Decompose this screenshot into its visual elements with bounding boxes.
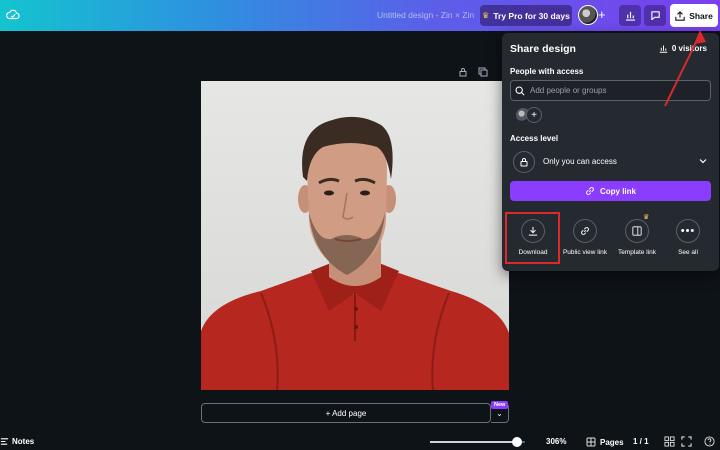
cloud-icon[interactable] xyxy=(6,8,20,22)
crown-icon: ♛ xyxy=(482,11,490,20)
access-level-label: Access level xyxy=(510,134,559,143)
pages-label: Pages xyxy=(600,437,624,447)
comments-button[interactable] xyxy=(644,5,666,26)
try-pro-button[interactable]: ♛ Try Pro for 30 days xyxy=(480,5,572,26)
visitors-button[interactable]: 0 visitors xyxy=(659,44,707,53)
plus-icon: + xyxy=(531,109,537,121)
add-collaborator-button[interactable]: + xyxy=(526,107,542,123)
link-icon xyxy=(586,187,594,195)
link-icon xyxy=(581,227,589,235)
chevron-down-icon: ⌄ xyxy=(496,408,503,418)
lock-icon-wrapper xyxy=(513,150,535,173)
pages-icon xyxy=(586,437,596,447)
bottom-bar: Notes 306% Pages 1 / 1 xyxy=(0,432,720,450)
plus-icon[interactable]: + xyxy=(598,8,606,22)
lock-icon[interactable] xyxy=(458,67,468,77)
download-label: Download xyxy=(518,249,548,256)
zoom-slider-handle[interactable] xyxy=(512,437,523,447)
chevron-down-icon xyxy=(699,159,707,164)
document-title[interactable]: Untitled design - Zin × Zin xyxy=(377,10,474,20)
share-actions: Download Public view link ♛ Template lin… xyxy=(502,212,719,265)
copy-link-label: Copy link xyxy=(599,186,636,196)
more-icon: ••• xyxy=(680,225,696,237)
insights-button[interactable] xyxy=(619,5,641,26)
pages-button[interactable]: Pages xyxy=(586,437,624,447)
download-icon xyxy=(528,226,538,236)
avatar[interactable] xyxy=(578,5,598,25)
template-link-label: Template link xyxy=(618,249,656,256)
panel-title: Share design xyxy=(510,43,576,55)
try-pro-label: Try Pro for 30 days xyxy=(493,10,570,21)
lock-icon xyxy=(520,157,528,166)
access-level-value: Only you can access xyxy=(543,157,617,166)
share-label: Share xyxy=(689,10,713,21)
public-view-link-label: Public view link xyxy=(562,249,608,256)
download-button[interactable]: Download xyxy=(505,215,561,256)
zoom-level[interactable]: 306% xyxy=(546,437,566,446)
portrait-image xyxy=(201,116,509,390)
add-page-button[interactable]: + Add page xyxy=(201,403,491,423)
template-link-button[interactable]: Template link xyxy=(609,215,665,256)
public-view-link-button[interactable]: Public view link xyxy=(557,215,613,256)
see-all-button[interactable]: ••• See all xyxy=(660,215,716,256)
grid-view-icon[interactable] xyxy=(664,436,675,447)
people-with-access-label: People with access xyxy=(510,67,584,76)
canvas-toolbar xyxy=(458,67,488,77)
zoom-slider[interactable] xyxy=(430,437,525,447)
top-bar: Untitled design - Zin × Zin ♛ Try Pro fo… xyxy=(0,0,720,31)
share-button[interactable]: Share xyxy=(670,4,718,27)
new-badge: New xyxy=(491,401,509,409)
duplicate-icon[interactable] xyxy=(478,67,488,77)
notes-icon xyxy=(0,438,9,445)
add-people-input[interactable] xyxy=(530,86,700,95)
see-all-label: See all xyxy=(678,249,698,256)
copy-link-button[interactable]: Copy link xyxy=(510,181,711,201)
add-people-field[interactable] xyxy=(510,80,711,101)
search-icon xyxy=(515,85,525,96)
share-upload-icon xyxy=(675,10,685,21)
share-design-panel: Share design 0 visitors People with acce… xyxy=(502,33,719,271)
template-icon xyxy=(632,226,642,236)
fullscreen-icon[interactable] xyxy=(681,436,692,447)
comment-icon xyxy=(650,11,660,21)
visitors-count: 0 visitors xyxy=(671,44,707,53)
chart-icon xyxy=(659,45,668,53)
notes-button[interactable]: Notes xyxy=(0,437,34,446)
help-icon[interactable] xyxy=(704,436,715,447)
zoom-slider-fill xyxy=(430,441,518,443)
chart-icon xyxy=(625,11,635,21)
notes-label: Notes xyxy=(12,437,35,446)
design-photo[interactable] xyxy=(201,81,509,390)
page-count: 1 / 1 xyxy=(633,437,649,446)
access-level-dropdown[interactable]: Only you can access xyxy=(510,148,711,175)
